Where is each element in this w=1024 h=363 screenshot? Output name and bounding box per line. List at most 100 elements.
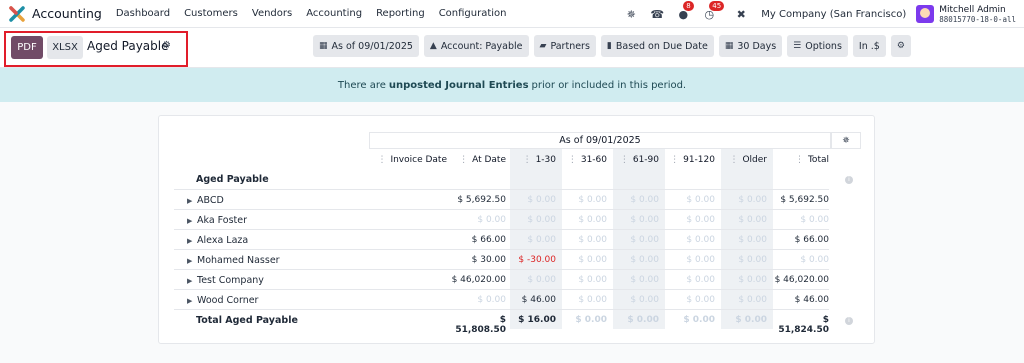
partner-row[interactable]: ▶ Mohamed Nasser $ 30.00 $ -30.00 $ 0.00 $ 0.… <box>174 249 829 269</box>
menu-dashboard[interactable]: Dashboard <box>116 8 170 19</box>
resize-handle-icon[interactable]: ⋮ <box>459 155 468 165</box>
amount-cell: $ 46.00 <box>794 295 829 305</box>
column-header[interactable]: ⋮ 31-60 <box>555 155 607 165</box>
activities-icon[interactable]: ◷ 45 <box>701 1 725 22</box>
resize-handle-icon[interactable]: ⋮ <box>670 155 679 165</box>
row-label[interactable]: ▶ ABCD <box>174 195 224 206</box>
user-menu[interactable]: Mitchell Admin 88015770-18-0-all <box>939 5 1016 24</box>
row-label: Total Aged Payable <box>196 315 298 326</box>
amount-cell: $ 46,020.00 <box>774 275 829 285</box>
user-name: Mitchell Admin <box>939 4 1006 15</box>
row-label[interactable]: ▶ Wood Corner <box>174 295 258 306</box>
phone-icon[interactable]: ☎ <box>649 6 665 22</box>
gear-icon[interactable]: ⚙ <box>162 40 171 51</box>
amount-cell: $ 0.00 <box>686 195 715 205</box>
systray: ✵ ☎ ● 8 ◷ 45 ✖ My Company (San Francisco) … <box>623 0 1024 28</box>
partner-row[interactable]: ▶ Alexa Laza $ 66.00 $ 0.00 $ 0.00 $ 0.00 $ 0.… <box>174 229 829 249</box>
amount-cell: $ 0.00 <box>578 295 607 305</box>
avatar[interactable] <box>916 5 935 23</box>
unposted-entries-link[interactable]: unposted Journal Entries <box>389 80 529 91</box>
menu-vendors[interactable]: Vendors <box>252 8 292 19</box>
column-header[interactable]: ⋮ At Date <box>446 155 506 165</box>
partners-filter-button[interactable]: ▰ Partners <box>533 35 596 57</box>
amount-cell: $ 0.00 <box>683 315 715 325</box>
expand-caret-icon[interactable]: ▶ <box>187 217 197 225</box>
expand-caret-icon[interactable]: ▶ <box>187 197 197 205</box>
resize-handle-icon[interactable]: ⋮ <box>795 155 804 165</box>
amount-cell: $ 0.00 <box>578 195 607 205</box>
amount-cell: $ 0.00 <box>578 275 607 285</box>
resize-handle-icon[interactable]: ⋮ <box>568 155 577 165</box>
period-filter-button[interactable]: ▦ 30 Days <box>718 35 783 57</box>
account-filter-button[interactable]: ▲ Account: Payable <box>423 35 529 57</box>
row-label-text: Total Aged Payable <box>196 315 298 326</box>
menu-accounting[interactable]: Accounting <box>306 8 362 19</box>
partner-row[interactable]: ▶ Aka Foster $ 0.00 $ 0.00 $ 0.00 $ 0.00 $ 0.0… <box>174 209 829 229</box>
amount-cell: $ 0.00 <box>578 215 607 225</box>
partner-row[interactable]: ▶ ABCD $ 5,692.50 $ 0.00 $ 0.00 $ 0.00 $ 0.00 $… <box>174 189 829 209</box>
top-navbar: Accounting Dashboard Customers Vendors A… <box>0 0 1024 28</box>
expand-caret-icon[interactable]: ▶ <box>187 237 197 245</box>
column-header-label: Older <box>742 155 767 165</box>
column-header-label: Total <box>807 155 829 165</box>
folder-icon: ▰ <box>539 41 547 51</box>
amount-cell: $ 0.00 <box>800 215 829 225</box>
row-label[interactable]: ▶ Test Company <box>174 275 264 286</box>
amount-cell: $ 0.00 <box>575 315 607 325</box>
activities-badge: 45 <box>709 1 725 11</box>
column-header-label: 91-120 <box>683 155 715 165</box>
currency-button[interactable]: In .$ <box>852 35 886 57</box>
amount-cell: $ 0.00 <box>630 235 659 245</box>
total-row: Total Aged Payable $ 51,808.50 $ 16.00 $ 0.… <box>174 309 853 335</box>
expand-caret-icon[interactable]: ▶ <box>187 257 197 265</box>
info-icon[interactable]: i <box>845 176 853 184</box>
partner-row[interactable]: ▶ Test Company $ 46,020.00 $ 0.00 $ 0.00 $ 0.… <box>174 269 829 289</box>
column-header[interactable]: ⋮ Older <box>715 155 767 165</box>
column-header[interactable]: ⋮ 91-120 <box>659 155 715 165</box>
xlsx-button[interactable]: XLSX <box>47 36 83 59</box>
menu-customers[interactable]: Customers <box>184 8 238 19</box>
row-label[interactable]: ▶ Alexa Laza <box>174 235 248 246</box>
menu-reporting[interactable]: Reporting <box>376 8 425 19</box>
amount-cell: $ 0.00 <box>738 215 767 225</box>
accounting-app-icon[interactable] <box>9 5 25 22</box>
bug-icon[interactable]: ✵ <box>831 132 861 149</box>
bug-icon[interactable]: ✵ <box>623 6 639 22</box>
switch-company-icon[interactable]: ✖ <box>733 6 749 22</box>
column-header[interactable]: ⋮ 61-90 <box>607 155 659 165</box>
resize-handle-icon[interactable]: ⋮ <box>620 155 629 165</box>
messages-badge: 8 <box>683 1 694 11</box>
resize-handle-icon[interactable]: ⋮ <box>729 155 738 165</box>
alert-prefix: There are <box>337 79 386 91</box>
amount-cell: $ 0.00 <box>686 215 715 225</box>
expand-caret-icon[interactable]: ▶ <box>187 277 197 285</box>
row-label-text: Test Company <box>197 275 264 286</box>
row-label[interactable]: ▶ Aka Foster <box>174 215 247 226</box>
due-date-filter-button[interactable]: ▮ Based on Due Date <box>600 35 714 57</box>
company-switcher[interactable]: My Company (San Francisco) <box>761 9 906 20</box>
pdf-button[interactable]: PDF <box>11 36 43 59</box>
options-button[interactable]: ☰ Options <box>787 35 848 57</box>
expand-caret-icon[interactable]: ▶ <box>187 297 197 305</box>
column-header[interactable]: ⋮ Total <box>771 155 829 165</box>
resize-handle-icon[interactable]: ⋮ <box>377 155 386 165</box>
column-header-label: 31-60 <box>580 155 607 165</box>
row-label-text: Mohamed Nasser <box>197 255 280 266</box>
resize-handle-icon[interactable]: ⋮ <box>523 155 532 165</box>
column-header-label: 1-30 <box>535 155 556 165</box>
unposted-entries-alert: There are unposted Journal Entries prior… <box>0 68 1024 102</box>
row-label[interactable]: ▶ Mohamed Nasser <box>174 255 280 266</box>
column-header[interactable]: ⋮ 1-30 <box>504 155 556 165</box>
amount-cell: $ 0.00 <box>630 275 659 285</box>
messages-icon[interactable]: ● 8 <box>675 1 694 22</box>
partner-row[interactable]: ▶ Wood Corner $ 0.00 $ 46.00 $ 0.00 $ 0.00 $ 0… <box>174 289 829 309</box>
app-name[interactable]: Accounting <box>32 6 102 21</box>
settings-button[interactable]: ⚙ <box>890 35 911 57</box>
column-header[interactable]: ⋮ Invoice Date <box>369 155 447 165</box>
info-icon[interactable]: i <box>845 317 853 325</box>
amount-cell: $ 5,692.50 <box>780 195 829 205</box>
amount-cell: $ 0.00 <box>735 315 767 325</box>
menu-configuration[interactable]: Configuration <box>439 8 507 19</box>
sliders-icon: ☰ <box>793 41 802 51</box>
date-filter-button[interactable]: ▦ As of 09/01/2025 <box>313 35 419 57</box>
